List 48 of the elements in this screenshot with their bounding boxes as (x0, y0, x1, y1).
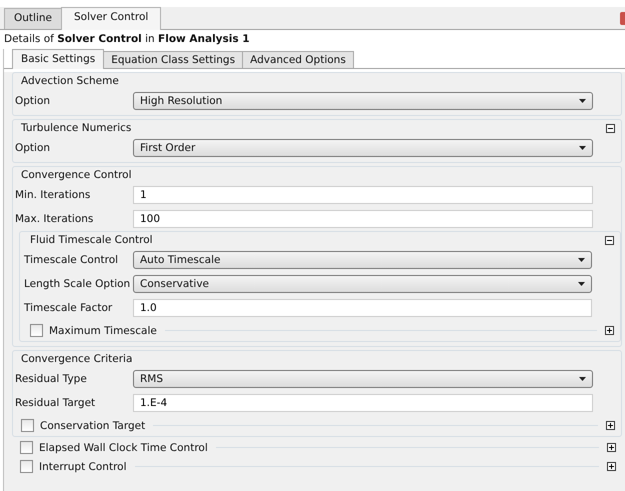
dropdown[interactable]: Conservative (133, 275, 592, 293)
checkbox[interactable] (30, 324, 43, 337)
expand-icon[interactable] (607, 462, 616, 471)
tab[interactable]: Advanced Options (242, 51, 354, 68)
input-field[interactable]: 100 (133, 210, 593, 228)
input-field[interactable]: 1 (133, 186, 593, 204)
section-title: Interrupt Control (39, 460, 127, 472)
field-label: Min. Iterations (14, 189, 92, 201)
section-title: Elapsed Wall Clock Time Control (39, 442, 208, 454)
field-label: Timescale Factor (23, 302, 114, 314)
section-title: Convergence Control (21, 169, 133, 181)
caret-icon (578, 258, 585, 262)
dropdown[interactable]: Auto Timescale (133, 251, 592, 269)
field-label: Residual Type (14, 373, 88, 385)
section-title: Advection Scheme (21, 75, 120, 87)
collapse-icon[interactable] (605, 236, 614, 244)
details-title: Details of Solver Control in Flow Analysis 1 (3, 32, 251, 47)
field-label: Option (14, 95, 52, 107)
dropdown[interactable]: High Resolution (133, 92, 593, 110)
caret-icon (578, 282, 585, 286)
input-field[interactable]: 1.E-4 (133, 394, 593, 412)
expand-icon[interactable] (607, 443, 616, 452)
section-title: Maximum Timescale (49, 324, 157, 336)
tab[interactable]: Basic Settings (12, 49, 104, 69)
expand-icon[interactable] (606, 421, 615, 430)
section-title: Convergence Criteria (21, 353, 134, 365)
field-label: Length Scale Option (23, 278, 132, 290)
checkbox[interactable] (20, 460, 33, 473)
expand-icon[interactable] (605, 326, 614, 335)
checkbox[interactable] (21, 419, 34, 432)
tab[interactable]: Solver Control (61, 7, 162, 30)
field-label: Residual Target (14, 397, 96, 409)
caret-icon (579, 146, 586, 150)
section-title: Conservation Target (40, 420, 146, 432)
input-field[interactable]: 1.0 (133, 299, 592, 317)
checkbox[interactable] (20, 441, 33, 454)
caret-icon (579, 377, 586, 381)
field-label: Timescale Control (23, 254, 120, 266)
section-title: Turbulence Numerics (21, 122, 132, 134)
field-label: Max. Iterations (14, 213, 94, 225)
dropdown[interactable]: First Order (133, 139, 593, 157)
section-title: Fluid Timescale Control (30, 234, 154, 246)
collapse-icon[interactable] (606, 124, 615, 132)
tab[interactable]: Equation Class Settings (103, 51, 244, 68)
caret-icon (579, 99, 586, 103)
tab[interactable]: Outline (4, 8, 62, 29)
dropdown[interactable]: RMS (133, 370, 593, 388)
field-label: Option (14, 142, 52, 154)
